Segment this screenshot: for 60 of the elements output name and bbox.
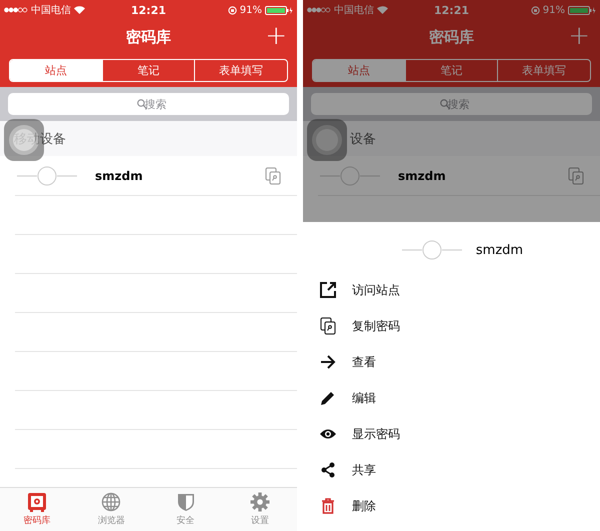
- battery-percent: 91%: [542, 4, 565, 16]
- copy-icon: [320, 317, 336, 335]
- site-logo-icon: [400, 240, 464, 260]
- battery-icon: [568, 6, 596, 14]
- segment-tab[interactable]: 表单填写: [497, 60, 590, 81]
- carrier-name: 中国电信: [31, 4, 71, 17]
- action-item[interactable]: 共享: [303, 452, 600, 488]
- action-item[interactable]: 显示密码: [303, 416, 600, 452]
- copy-icon[interactable]: [568, 166, 584, 184]
- safe-icon: [27, 492, 48, 512]
- page-title: 密码库: [126, 28, 171, 47]
- action-item[interactable]: 复制密码: [303, 308, 600, 344]
- segment-tab[interactable]: 站点: [10, 60, 102, 81]
- rotation-lock-icon: [530, 6, 540, 14]
- search-field[interactable]: 搜索: [311, 93, 592, 115]
- carrier-name: 中国电信: [334, 4, 374, 17]
- open-link-icon: [319, 281, 337, 299]
- action-item[interactable]: 删除: [303, 488, 600, 524]
- arrow-right-icon: [320, 355, 336, 369]
- segment-tab[interactable]: 站点: [313, 60, 405, 81]
- tab-bar-item[interactable]: 密码库: [0, 488, 74, 531]
- signal-icon: [307, 7, 331, 13]
- password-item[interactable]: smzdm: [318, 156, 600, 196]
- clock-time: 12:21: [131, 4, 166, 16]
- wifi-icon: [74, 6, 85, 14]
- clock-time: 12:21: [434, 4, 469, 16]
- section-title: 设备: [350, 130, 376, 148]
- item-name: smzdm: [398, 168, 447, 182]
- search-icon: [136, 99, 146, 109]
- segment-tab[interactable]: 笔记: [404, 60, 498, 81]
- eye-icon: [319, 428, 337, 440]
- pencil-icon: [320, 390, 336, 406]
- search-field[interactable]: 搜索: [8, 93, 289, 115]
- add-button[interactable]: +: [265, 21, 287, 51]
- gear-icon: [250, 492, 270, 512]
- add-button[interactable]: +: [568, 21, 590, 51]
- site-logo-icon: [15, 166, 79, 186]
- action-item[interactable]: 访问站点: [303, 272, 600, 308]
- page-title: 密码库: [429, 28, 474, 47]
- search-icon: [440, 99, 450, 109]
- action-item[interactable]: 编辑: [303, 380, 600, 416]
- sheet-title: smzdm: [476, 242, 524, 258]
- rotation-lock-icon: [228, 6, 237, 14]
- wifi-icon: [377, 6, 388, 14]
- segment-tab[interactable]: 表单填写: [194, 60, 287, 81]
- signal-icon: [4, 7, 28, 13]
- globe-icon: [101, 492, 122, 512]
- item-name: smzdm: [95, 168, 144, 182]
- segment-tab[interactable]: 笔记: [102, 60, 194, 81]
- site-logo-icon: [318, 166, 382, 186]
- tab-bar-item[interactable]: 浏览器: [74, 488, 148, 531]
- tab-bar-item[interactable]: 安全: [148, 488, 223, 531]
- tab-bar-item[interactable]: 设置: [222, 488, 297, 531]
- shield-icon: [176, 492, 195, 512]
- copy-icon[interactable]: [265, 166, 281, 184]
- battery-icon: [265, 6, 293, 14]
- battery-percent: 91%: [240, 4, 262, 16]
- share-icon: [321, 462, 335, 478]
- action-item[interactable]: 查看: [303, 344, 600, 380]
- trash-icon: [321, 498, 335, 514]
